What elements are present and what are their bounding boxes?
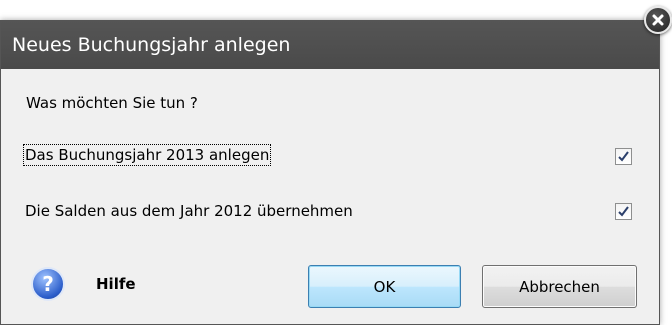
question-text: Was möchten Sie tun ? [26,94,198,112]
create-year-option-label[interactable]: Das Buchungsjahr 2013 anlegen [22,144,272,166]
carry-balances-option-label[interactable]: Die Salden aus dem Jahr 2012 übernehmen [24,201,354,221]
ok-button[interactable]: OK [308,265,461,308]
dialog-title: Neues Buchungsjahr anlegen [12,34,291,56]
cancel-button[interactable]: Abbrechen [482,265,637,308]
help-link[interactable]: Hilfe [96,275,136,293]
create-year-checkbox[interactable] [615,148,632,165]
close-icon [652,14,664,26]
check-icon [618,206,629,217]
help-icon[interactable]: ? [31,267,65,301]
dialog-title-bar: Neues Buchungsjahr anlegen [1,21,659,69]
new-booking-year-dialog: Neues Buchungsjahr anlegen Was möchten S… [0,20,660,325]
carry-balances-checkbox[interactable] [615,203,632,220]
screen: Neues Buchungsjahr anlegen Was möchten S… [0,0,672,325]
check-icon [618,151,629,162]
close-button[interactable] [644,6,672,34]
